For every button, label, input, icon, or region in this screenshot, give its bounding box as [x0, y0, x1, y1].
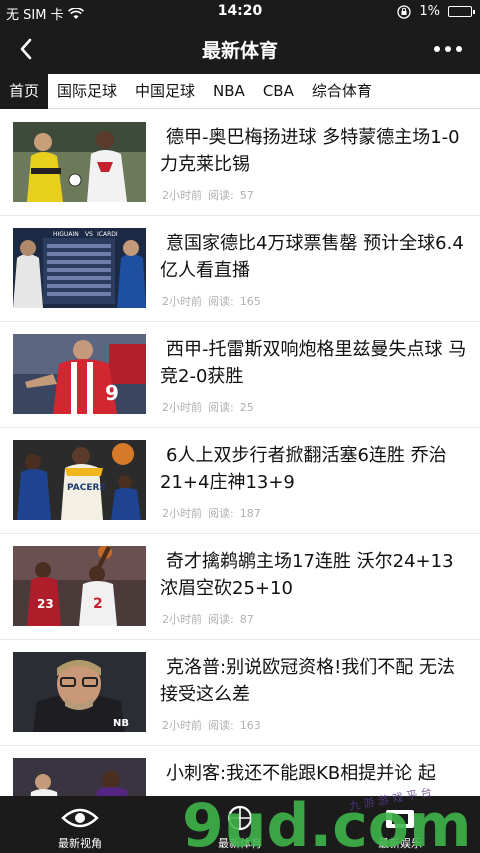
- news-thumbnail: HIGUAIN VS ICARDI: [13, 228, 146, 308]
- news-reads-count: 57: [239, 189, 254, 202]
- news-title: 奇才擒鹈鹕主场17连胜 沃尔24+13浓眉空砍25+10: [160, 551, 454, 599]
- news-reads-label: 阅读:: [208, 189, 234, 202]
- tv-icon: [386, 810, 414, 828]
- tab-general-sports[interactable]: 综合体育: [303, 74, 381, 109]
- news-title: 小刺客:我还不能跟KB相提并论 起: [166, 763, 436, 784]
- more-dot-icon: [456, 46, 462, 52]
- news-time: 2小时前: [162, 295, 202, 308]
- news-time: 2小时前: [162, 719, 202, 732]
- tab-nba[interactable]: NBA: [204, 74, 254, 109]
- news-meta: 2小时前 阅读: 163: [162, 717, 267, 733]
- news-thumbnail: NB: [13, 652, 146, 732]
- news-meta: 2小时前 阅读: 187: [162, 505, 267, 521]
- news-time: 2小时前: [162, 189, 202, 202]
- news-thumbnail: 9: [13, 334, 146, 414]
- news-reads-label: 阅读:: [208, 295, 234, 308]
- nav-bar: 最新体育: [0, 24, 480, 74]
- status-bar: 无 SIM 卡 14:20 1%: [0, 0, 480, 24]
- news-meta: 2小时前 阅读: 57: [162, 187, 260, 203]
- news-meta: 2小时前 阅读: 87: [162, 611, 260, 627]
- news-meta: 2小时前 阅读: 165: [162, 293, 267, 309]
- tab-china-football[interactable]: 中国足球: [126, 74, 204, 109]
- news-thumbnail: [13, 758, 146, 796]
- tab-bar-latest-view[interactable]: 最新视角: [0, 796, 160, 853]
- news-item[interactable]: 23 2 奇才擒鹈鹕主场17连胜 沃尔24+13浓眉空砍25+10 2小时前 阅读…: [0, 534, 480, 640]
- news-thumbnail: [13, 122, 146, 202]
- news-reads-count: 163: [239, 719, 261, 732]
- thumb-caption: 9: [105, 381, 119, 405]
- news-item[interactable]: 9 西甲-托雷斯双响炮格里兹曼失点球 马竞2-0获胜 2小时前 阅读: 25: [0, 322, 480, 428]
- news-item[interactable]: HIGUAIN VS ICARDI 意国家德比4万球票售罄 预计全球6.4亿人看…: [0, 216, 480, 322]
- news-reads-count: 187: [239, 507, 261, 520]
- more-dot-icon: [434, 46, 440, 52]
- thumb-caption: VS: [85, 231, 93, 238]
- news-reads-label: 阅读:: [208, 719, 234, 732]
- news-reads-label: 阅读:: [208, 401, 234, 414]
- tab-bar-label: 最新体育: [218, 837, 262, 850]
- thumb-caption: HIGUAIN: [53, 231, 79, 238]
- ball-icon: [227, 805, 253, 831]
- news-reads-count: 25: [239, 401, 254, 414]
- orientation-lock-icon: [397, 4, 412, 19]
- news-time: 2小时前: [162, 613, 202, 626]
- tab-cba[interactable]: CBA: [254, 74, 303, 109]
- eye-icon: [61, 808, 99, 828]
- news-list: 德甲-奥巴梅扬进球 多特蒙德主场1-0力克莱比锡 2小时前 阅读: 57 HIG…: [0, 110, 480, 796]
- news-thumbnail: 23 2: [13, 546, 146, 626]
- category-tabs: 首页 国际足球 中国足球 NBA CBA 综合体育: [0, 73, 480, 109]
- news-reads-label: 阅读:: [208, 507, 234, 520]
- bottom-tab-bar: 最新视角 最新体育 最新娱乐: [0, 796, 480, 853]
- battery-percent: 1%: [419, 4, 440, 19]
- thumb-caption: NB: [113, 718, 129, 729]
- tab-bar-latest-sports[interactable]: 最新体育: [160, 796, 320, 853]
- news-thumbnail: PACERS: [13, 440, 146, 520]
- news-reads-count: 87: [239, 613, 254, 626]
- tab-home[interactable]: 首页: [0, 73, 49, 109]
- thumb-caption: 23: [37, 597, 54, 611]
- news-title: 6人上双步行者掀翻活塞6连胜 乔治21+4庄神13+9: [160, 445, 447, 493]
- battery-icon: [448, 6, 475, 17]
- news-title: 西甲-托雷斯双响炮格里兹曼失点球 马竞2-0获胜: [160, 339, 467, 387]
- thumb-caption: PACERS: [67, 483, 106, 493]
- news-reads-label: 阅读:: [208, 613, 234, 626]
- news-title: 意国家德比4万球票售罄 预计全球6.4亿人看直播: [160, 233, 464, 281]
- thumb-caption: ICARDI: [97, 231, 118, 238]
- news-title: 德甲-奥巴梅扬进球 多特蒙德主场1-0力克莱比锡: [160, 127, 460, 175]
- tab-bar-latest-entertainment[interactable]: 最新娱乐: [320, 796, 480, 853]
- news-time: 2小时前: [162, 401, 202, 414]
- tab-intl-football[interactable]: 国际足球: [48, 74, 126, 109]
- page-title: 最新体育: [201, 40, 278, 62]
- news-meta: 2小时前 阅读: 25: [162, 399, 260, 415]
- news-item[interactable]: 德甲-奥巴梅扬进球 多特蒙德主场1-0力克莱比锡 2小时前 阅读: 57: [0, 110, 480, 216]
- tab-bar-label: 最新视角: [58, 837, 102, 850]
- news-item[interactable]: NB 克洛普:别说欧冠资格!我们不配 无法接受这么差 2小时前 阅读: 163: [0, 640, 480, 746]
- news-reads-count: 165: [239, 295, 261, 308]
- news-item[interactable]: PACERS 6人上双步行者掀翻活塞6连胜 乔治21+4庄神13+9 2小时前阅…: [0, 428, 480, 534]
- news-time: 2小时前: [162, 507, 202, 520]
- thumb-caption: 2: [93, 596, 103, 612]
- news-title: 克洛普:别说欧冠资格!我们不配 无法接受这么差: [160, 657, 456, 705]
- more-button[interactable]: [434, 42, 468, 56]
- tab-bar-label: 最新娱乐: [378, 837, 422, 850]
- news-item[interactable]: 小刺客:我还不能跟KB相提并论 起: [0, 746, 480, 796]
- more-dot-icon: [445, 46, 451, 52]
- status-right: 1%: [397, 4, 475, 19]
